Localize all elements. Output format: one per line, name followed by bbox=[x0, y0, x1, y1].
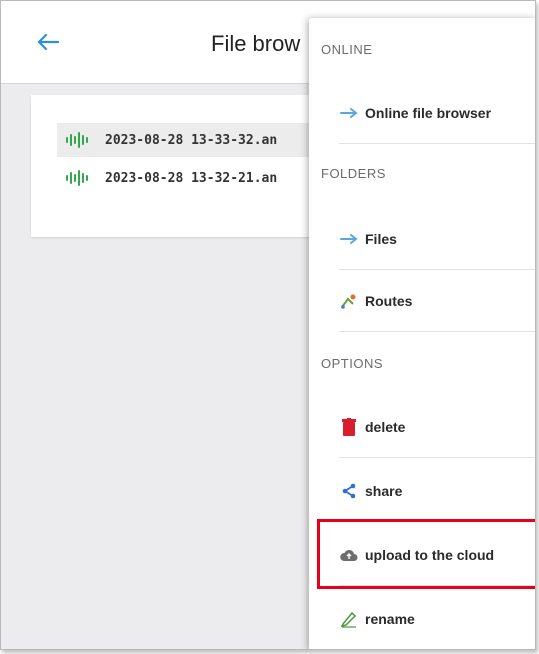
menu-item-upload-to-cloud[interactable]: upload to the cloud bbox=[339, 524, 535, 586]
audio-wave-icon bbox=[66, 170, 88, 186]
menu-item-delete[interactable]: delete bbox=[339, 396, 535, 458]
menu-item-routes[interactable]: Routes bbox=[339, 270, 535, 332]
menu-item-label: share bbox=[365, 482, 403, 499]
double-arrow-icon bbox=[339, 229, 359, 249]
file-list-item[interactable]: 2023-08-28 13-33-32.an bbox=[57, 123, 331, 157]
audio-wave-icon bbox=[66, 132, 88, 148]
back-arrow-icon bbox=[37, 33, 59, 51]
file-list: 2023-08-28 13-33-32.an 2023-08-28 13-32-… bbox=[31, 95, 331, 237]
menu-item-label: delete bbox=[365, 418, 406, 435]
section-header-options: OPTIONS bbox=[321, 356, 384, 371]
menu-item-label: Routes bbox=[365, 292, 413, 309]
menu-item-online-file-browser[interactable]: Online file browser bbox=[339, 82, 535, 144]
route-icon bbox=[339, 291, 359, 311]
options-menu: ONLINE Online file browser FOLDERS Files bbox=[309, 18, 535, 649]
share-icon bbox=[339, 481, 359, 501]
section-header-online: ONLINE bbox=[321, 42, 373, 57]
double-arrow-icon bbox=[339, 103, 359, 123]
menu-item-rename[interactable]: rename bbox=[339, 588, 535, 649]
cloud-upload-icon bbox=[339, 545, 359, 565]
menu-item-label: Files bbox=[365, 230, 397, 247]
file-list-item[interactable]: 2023-08-28 13-32-21.an bbox=[57, 161, 331, 195]
menu-item-share[interactable]: share bbox=[339, 460, 535, 522]
file-name: 2023-08-28 13-33-32.an bbox=[105, 132, 278, 148]
file-name: 2023-08-28 13-32-21.an bbox=[105, 170, 278, 186]
menu-item-label: upload to the cloud bbox=[365, 546, 495, 563]
back-button[interactable] bbox=[31, 25, 65, 59]
menu-item-label: rename bbox=[365, 611, 415, 627]
menu-item-files[interactable]: Files bbox=[339, 208, 535, 270]
trash-icon bbox=[339, 417, 359, 437]
pencil-icon bbox=[339, 609, 359, 629]
app-window: File brow 2023-08-28 13-33-32.an 2023-08… bbox=[0, 0, 536, 650]
page-title: File brow bbox=[211, 31, 301, 56]
section-header-folders: FOLDERS bbox=[321, 166, 386, 181]
menu-item-label: Online file browser bbox=[365, 104, 492, 121]
